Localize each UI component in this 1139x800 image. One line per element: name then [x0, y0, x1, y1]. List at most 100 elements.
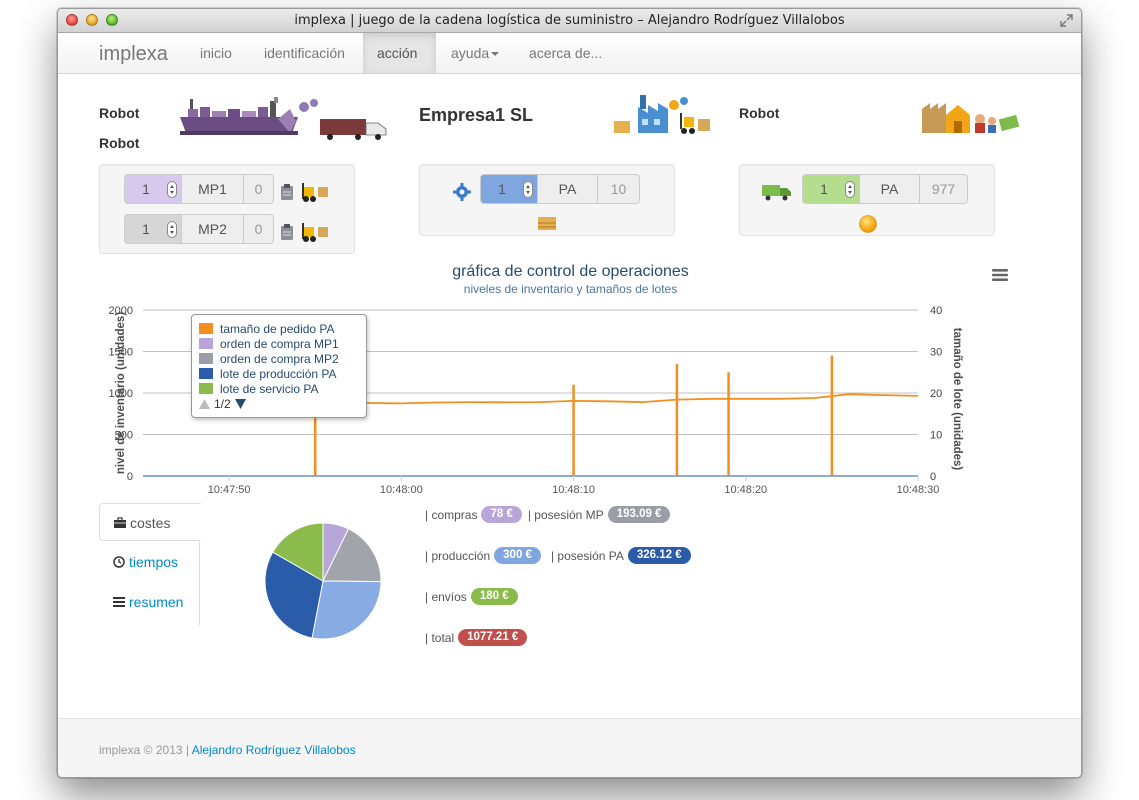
legend-swatch	[199, 383, 213, 394]
order-mp2-quantity-value: 1	[142, 221, 150, 237]
nav-ayuda[interactable]: ayuda	[437, 33, 513, 73]
navbar: implexa inicio identificación acción ayu…	[58, 33, 1081, 74]
tab-resumen[interactable]: resumen	[99, 583, 200, 621]
legend-page-label: 1/2	[214, 397, 231, 411]
order-mp2-quantity-input[interactable]: 1	[124, 214, 182, 244]
legend-label: orden de compra MP1	[220, 336, 339, 351]
legend-item[interactable]: orden de compra MP2	[199, 351, 339, 366]
briefcase-icon	[114, 517, 126, 528]
legend-items: tamaño de pedido PA orden de compra MP1 or…	[199, 321, 339, 396]
gear-icon[interactable]	[453, 183, 471, 201]
series-line	[315, 393, 919, 405]
legend-prev-icon[interactable]	[199, 399, 210, 409]
supplier-panel: 1 MP1 0 1 MP2 0	[99, 164, 355, 254]
production-order-group: 1 PA 10	[480, 174, 640, 204]
shipment-order-group: 1 PA 977	[802, 174, 968, 204]
cost-label-posesion-pa: | posesión PA	[550, 548, 624, 563]
x-tick-label: 10:48:00	[380, 484, 423, 496]
truck-icon	[320, 119, 387, 140]
fullscreen-icon[interactable]	[1060, 14, 1073, 27]
legend-next-icon[interactable]	[234, 399, 246, 409]
legend-item[interactable]: orden de compra MP1	[199, 336, 339, 351]
cost-badge-posesion-pa: 326.12 €	[627, 547, 691, 564]
company-name: Empresa1 SL	[419, 105, 534, 125]
nav-inicio[interactable]: inicio	[186, 33, 246, 73]
cost-badge-produccion: 300 €	[494, 547, 541, 564]
box-icon[interactable]	[537, 214, 557, 232]
legend-pager: 1/2	[199, 397, 246, 411]
factory-icon	[614, 95, 710, 134]
order-mp2-group: 1 MP2 0	[124, 214, 274, 244]
y2-tick-label: 0	[930, 471, 936, 483]
product-pa-label: PA	[538, 174, 598, 204]
caret-down-icon	[491, 52, 500, 57]
cost-label-compras: | compras	[425, 507, 478, 522]
chart-legend: tamaño de pedido PA orden de compra MP1 or…	[191, 314, 367, 418]
product-mp2-label: MP2	[182, 214, 244, 244]
production-quantity-value: 1	[498, 181, 506, 197]
forklift-icon[interactable]	[300, 221, 330, 243]
cost-row-production: | producción 300 € | posesión PA 326.12 …	[425, 547, 697, 564]
nav-acerca[interactable]: acerca de...	[515, 33, 616, 73]
cost-label-total: | total	[425, 630, 455, 645]
x-tick-label: 10:48:30	[897, 484, 940, 496]
nav-identificacion[interactable]: identificación	[250, 33, 359, 73]
legend-item[interactable]: lote de producción PA	[199, 366, 339, 381]
list-icon	[113, 597, 125, 607]
nav-accion[interactable]: acción	[363, 33, 436, 73]
y-tick-label: 0	[127, 471, 133, 483]
footer-copyright: implexa © 2013 |	[99, 743, 190, 757]
supplier-name-2: Robot	[99, 135, 140, 151]
results-tabs: costes tiempos resumen	[99, 503, 201, 625]
browser-window: implexa | juego de la cadena logística d…	[57, 8, 1082, 778]
cost-badge-posesion-mp: 193.09 €	[607, 506, 671, 523]
tab-tiempos[interactable]: tiempos	[99, 543, 200, 581]
tab-tiempos-label: tiempos	[129, 554, 179, 570]
spinner-icon[interactable]	[845, 181, 855, 198]
spinner-icon[interactable]	[167, 181, 177, 198]
shipment-quantity-value: 1	[820, 181, 828, 197]
order-mp1-quantity-input[interactable]: 1	[124, 174, 182, 204]
y2-tick-label: 20	[930, 388, 942, 400]
window-title: implexa | juego de la cadena logística d…	[294, 13, 845, 28]
shipment-quantity-input[interactable]: 1	[802, 174, 860, 204]
legend-item[interactable]: tamaño de pedido PA	[199, 321, 339, 336]
supplier-name-1: Robot	[99, 105, 140, 121]
cost-pie-chart	[264, 522, 382, 640]
legend-item[interactable]: lote de servicio PA	[199, 381, 339, 396]
y-axis-label: nivel de inventario (unidades)	[115, 312, 127, 474]
nav-ayuda-label: ayuda	[451, 45, 490, 61]
brand-logo[interactable]: implexa	[99, 43, 168, 66]
footer: implexa © 2013 | Alejandro Rodríguez Vil…	[58, 718, 1081, 777]
demand-pa-value: 977	[920, 174, 968, 204]
tab-resumen-label: resumen	[129, 594, 184, 610]
legend-swatch	[199, 368, 213, 379]
x-tick-label: 10:47:50	[208, 484, 251, 496]
cost-badge-compras: 78 €	[481, 506, 522, 523]
footer-text: implexa © 2013 | Alejandro Rodríguez Vil…	[99, 743, 356, 757]
delivery-truck-icon[interactable]	[762, 183, 792, 201]
title-bar: implexa | juego de la cadena logística d…	[58, 9, 1081, 33]
order-mp1-quantity-value: 1	[142, 181, 150, 197]
cost-label-produccion: | producción	[425, 548, 491, 563]
order-mp1-group: 1 MP1 0	[124, 174, 274, 204]
spinner-icon[interactable]	[523, 181, 533, 198]
legend-label: tamaño de pedido PA	[220, 321, 335, 336]
footer-author-link[interactable]: Alejandro Rodríguez Villalobos	[192, 743, 356, 757]
clipboard-icon[interactable]	[280, 223, 294, 241]
cost-label-envios: | envíos	[425, 589, 467, 604]
chart-subtitle: niveles de inventario y tamaños de lotes	[463, 282, 678, 296]
clipboard-icon[interactable]	[280, 183, 294, 201]
spinner-icon[interactable]	[167, 221, 177, 238]
forklift-icon[interactable]	[300, 181, 330, 203]
tab-costes[interactable]: costes	[99, 503, 201, 541]
cost-badge-envios: 180 €	[470, 588, 518, 605]
chart-menu-icon[interactable]	[992, 268, 1008, 282]
y2-tick-label: 10	[930, 430, 942, 442]
legend-label: lote de servicio PA	[220, 381, 319, 396]
chart-title: gráfica de control de operaciones	[452, 263, 689, 280]
sun-icon[interactable]	[858, 214, 878, 234]
cost-badge-total: 1077.21 €	[458, 629, 528, 646]
tab-costes-label: costes	[130, 515, 171, 531]
production-quantity-input[interactable]: 1	[480, 174, 538, 204]
